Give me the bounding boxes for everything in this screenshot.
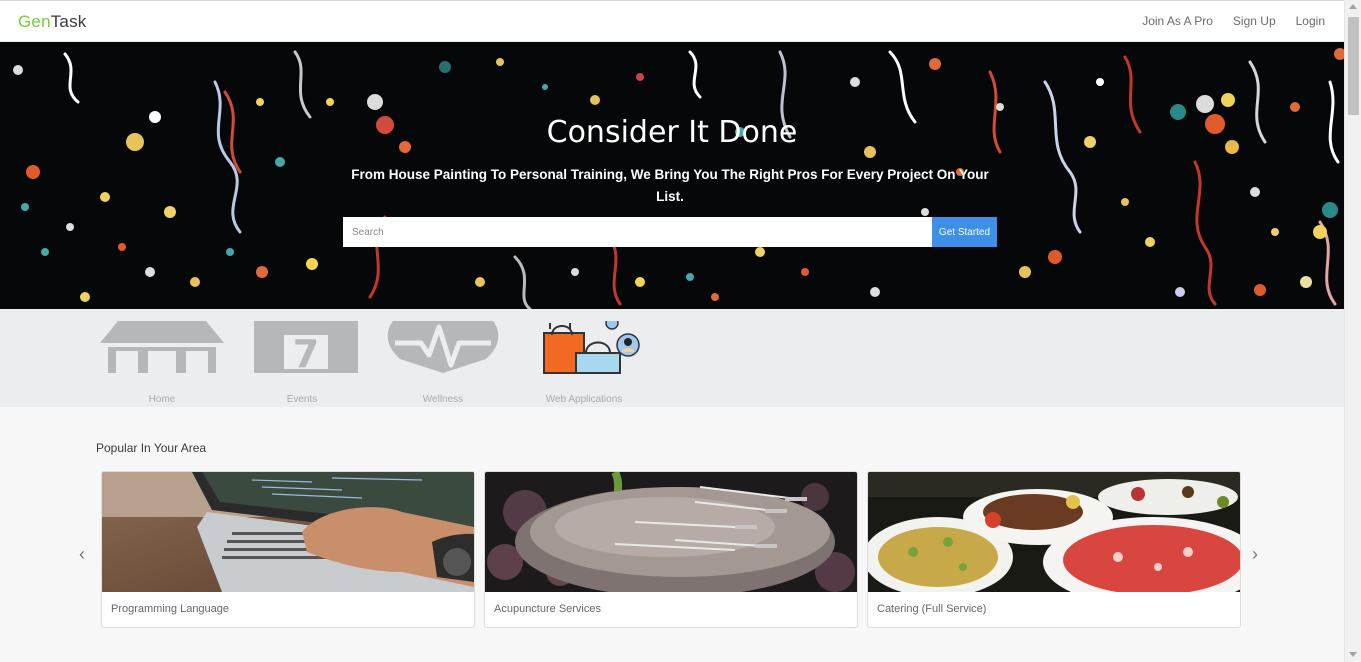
- join-as-pro-link[interactable]: Join As A Pro: [1142, 14, 1213, 28]
- popular-section-title: Popular In Your Area: [96, 441, 207, 455]
- catering-food-photo: [868, 472, 1240, 592]
- shopping-bags-icon: [543, 321, 640, 374]
- laptop-typing-photo: [102, 472, 474, 592]
- category-wellness[interactable]: Wellness: [381, 321, 505, 407]
- service-card-programming[interactable]: Programming Language: [101, 471, 475, 628]
- calendar-icon: 7: [254, 321, 358, 373]
- house-icon: [100, 321, 224, 373]
- service-card-label: Programming Language: [111, 603, 230, 615]
- service-card-label: Acupuncture Services: [494, 603, 601, 615]
- carousel-next-icon[interactable]: ›: [1252, 544, 1258, 565]
- category-strip: Home 7 Events Wellness Web Applications: [0, 309, 1344, 407]
- service-card-catering[interactable]: Catering (Full Service): [867, 471, 1241, 628]
- service-card-label: Catering (Full Service): [877, 603, 987, 615]
- brand-logo-part-2: Task: [50, 12, 87, 31]
- service-card-acupuncture[interactable]: Acupuncture Services: [484, 471, 858, 628]
- category-events[interactable]: 7 Events: [240, 321, 364, 407]
- get-started-button[interactable]: Get Started: [932, 217, 997, 247]
- top-navbar: GenTask Join As A Pro Sign Up Login: [0, 0, 1344, 42]
- carousel-prev-icon[interactable]: ‹: [79, 544, 85, 565]
- page-scrollbar[interactable]: [1344, 0, 1361, 662]
- acupuncture-needles-photo: [485, 472, 857, 592]
- hero-subtitle: From House Painting To Personal Training…: [351, 167, 989, 204]
- category-home[interactable]: Home: [100, 321, 224, 407]
- brand-logo-part-1: Gen: [18, 12, 51, 31]
- category-wellness-label: Wellness: [422, 394, 464, 405]
- nav-links: Join As A Pro Sign Up Login: [1142, 14, 1325, 28]
- scroll-up-arrow-icon[interactable]: [1349, 4, 1357, 9]
- hero-search-bar: Get Started: [343, 217, 997, 247]
- hero-title: Consider It Done: [546, 115, 798, 150]
- sign-up-link[interactable]: Sign Up: [1233, 14, 1276, 28]
- hero-banner: Consider It Done From House Painting To …: [0, 42, 1344, 309]
- category-web-applications[interactable]: Web Applications: [522, 321, 646, 407]
- brand-logo[interactable]: GenTask: [18, 12, 87, 32]
- search-input[interactable]: [343, 217, 932, 247]
- svg-text:7: 7: [293, 332, 319, 373]
- scrollbar-thumb[interactable]: [1348, 17, 1359, 115]
- scroll-down-arrow-icon[interactable]: [1349, 652, 1357, 657]
- category-web-applications-label: Web Applications: [545, 394, 623, 405]
- heart-pulse-icon: [387, 321, 499, 373]
- category-home-label: Home: [148, 394, 176, 405]
- category-events-label: Events: [286, 394, 318, 405]
- login-link[interactable]: Login: [1296, 14, 1325, 28]
